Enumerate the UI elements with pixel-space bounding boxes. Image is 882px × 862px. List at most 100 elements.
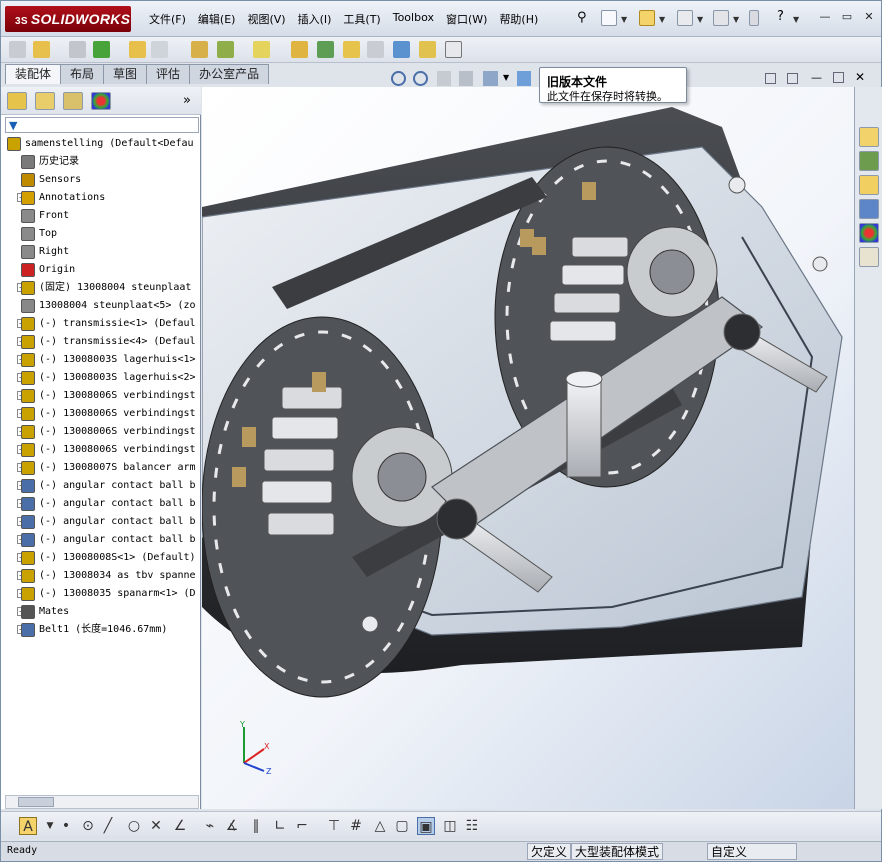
expand-more-icon[interactable]: » xyxy=(183,93,191,108)
instant3d-icon[interactable] xyxy=(393,41,410,58)
feature-manager-tab[interactable] xyxy=(7,92,27,110)
mirror-icon[interactable]: ⌁ xyxy=(201,817,219,835)
doc-restore-icon[interactable] xyxy=(833,72,844,83)
offset-icon[interactable]: ∡ xyxy=(223,817,241,835)
minimize-icon[interactable]: — xyxy=(817,10,833,24)
tree-row[interactable]: +(-) 13008006S verbindingst xyxy=(1,405,199,423)
tree-row[interactable]: +(-) transmissie<4> (Defaul xyxy=(1,333,199,351)
dashed-corner-icon[interactable]: ⌐ xyxy=(293,817,311,835)
new-document-icon[interactable] xyxy=(601,10,617,26)
tree-row[interactable]: +(-) angular contact ball b xyxy=(1,495,199,513)
linear-pattern-icon[interactable] xyxy=(93,41,110,58)
chevron-down-icon[interactable]: ▼ xyxy=(503,73,509,82)
custom-properties-icon[interactable] xyxy=(859,247,879,267)
save-icon[interactable] xyxy=(677,10,693,26)
tree-row[interactable]: 历史记录 xyxy=(1,153,199,171)
point-icon[interactable]: • xyxy=(57,817,75,835)
menu-edit[interactable]: 编辑(E) xyxy=(198,11,236,27)
view-palette-icon[interactable] xyxy=(859,199,879,219)
filter-icon[interactable]: ▼ xyxy=(9,119,17,132)
appearances-icon[interactable] xyxy=(859,223,879,243)
parallel-icon[interactable]: ∥ xyxy=(247,817,265,835)
trim-icon[interactable]: ✕ xyxy=(147,817,165,835)
annotation-tool-icon[interactable]: A xyxy=(19,817,37,835)
circle-outline-icon[interactable]: ○ xyxy=(125,817,143,835)
doc-close-icon[interactable]: ✕ xyxy=(855,70,865,84)
tree-row[interactable]: +(-) 13008006S verbindingst xyxy=(1,387,199,405)
design-library-icon[interactable] xyxy=(859,151,879,171)
smart-fasteners-icon[interactable] xyxy=(129,41,146,58)
show-hidden-icon[interactable] xyxy=(191,41,208,58)
mate-icon[interactable] xyxy=(69,41,86,58)
corner-icon[interactable]: ∟ xyxy=(271,817,289,835)
tree-row[interactable]: +Mates xyxy=(1,603,199,621)
camera-icon[interactable]: ◫ xyxy=(441,817,459,835)
tree-row[interactable]: +(-) 13008035 spanarm<1> (D xyxy=(1,585,199,603)
display-style-icon[interactable] xyxy=(517,71,531,86)
speedpak-icon[interactable] xyxy=(419,41,436,58)
tree-row[interactable]: Front xyxy=(1,207,199,225)
tile-horizontal-icon[interactable] xyxy=(765,73,776,84)
chevron-down-icon[interactable]: ▼ xyxy=(733,15,739,24)
tree-row[interactable]: +(-) transmissie<1> (Defaul xyxy=(1,315,199,333)
tree-row[interactable]: +Belt1 (长度=1046.67mm) xyxy=(1,621,199,639)
menu-insert[interactable]: 插入(I) xyxy=(298,11,332,27)
print-icon[interactable] xyxy=(713,10,729,26)
tree-row[interactable]: +(-) 13008006S verbindingst xyxy=(1,441,199,459)
new-part-icon[interactable] xyxy=(33,41,50,58)
menu-view[interactable]: 视图(V) xyxy=(247,11,285,27)
snapshot-icon[interactable] xyxy=(445,41,462,58)
reference-geometry-icon[interactable] xyxy=(253,41,270,58)
tree-row[interactable]: +(固定) 13008004 steunplaat xyxy=(1,279,199,297)
tree-row[interactable]: +(-) 13008034 as tbv spanne xyxy=(1,567,199,585)
close-icon[interactable]: ✕ xyxy=(861,10,877,24)
tree-row[interactable]: +Annotations xyxy=(1,189,199,207)
exploded-view-icon[interactable] xyxy=(343,41,360,58)
view-orientation-icon[interactable] xyxy=(483,71,498,86)
move-component-icon[interactable] xyxy=(151,41,168,58)
tab-assembly[interactable]: 装配体 xyxy=(5,64,62,84)
file-explorer-icon[interactable] xyxy=(859,175,879,195)
tab-sketch[interactable]: 草图 xyxy=(103,64,148,84)
section-view-icon[interactable] xyxy=(459,71,473,86)
help-icon[interactable]: ? xyxy=(777,10,793,26)
chevron-down-icon[interactable]: ▼ xyxy=(659,15,665,24)
grid-icon[interactable]: # xyxy=(347,817,365,835)
menu-file[interactable]: 文件(F) xyxy=(149,11,186,27)
bill-of-materials-icon[interactable] xyxy=(317,41,334,58)
line-icon[interactable]: ╱ xyxy=(99,817,117,835)
box-icon[interactable]: ▢ xyxy=(393,817,411,835)
tile-vertical-icon[interactable] xyxy=(787,73,798,84)
tree-row[interactable]: +(-) angular contact ball b xyxy=(1,513,199,531)
tree-row[interactable]: +(-) 13008003S lagerhuis<2> xyxy=(1,369,199,387)
tree-filter[interactable]: ▼ xyxy=(5,117,199,133)
tree-row[interactable]: +(-) 13008003S lagerhuis<1> xyxy=(1,351,199,369)
triangle-icon[interactable]: △ xyxy=(371,817,389,835)
graphics-area[interactable]: Y X Z xyxy=(202,87,854,809)
tree-row[interactable]: +(-) angular contact ball b xyxy=(1,477,199,495)
tree-row[interactable]: +(-) 13008006S verbindingst xyxy=(1,423,199,441)
new-motion-study-icon[interactable] xyxy=(291,41,308,58)
units-status[interactable]: 自定义 xyxy=(707,843,797,860)
scrollbar-thumb[interactable] xyxy=(18,797,54,807)
solidworks-resources-icon[interactable] xyxy=(859,127,879,147)
pin-icon[interactable]: ⚲ xyxy=(577,10,593,26)
dimension-icon[interactable]: ⊤ xyxy=(325,817,343,835)
tree-row[interactable]: Sensors xyxy=(1,171,199,189)
chevron-down-icon[interactable]: ▼ xyxy=(793,15,799,24)
explode-line-icon[interactable] xyxy=(367,41,384,58)
tree-row[interactable]: samenstelling (Default<Defau xyxy=(1,135,199,153)
rebuild-icon[interactable] xyxy=(749,10,759,26)
tab-layout[interactable]: 布局 xyxy=(60,64,105,84)
horizontal-scrollbar[interactable] xyxy=(5,795,199,809)
menu-toolbox[interactable]: Toolbox xyxy=(393,11,434,27)
restore-icon[interactable]: ▭ xyxy=(839,10,855,24)
angle-icon[interactable]: ∠ xyxy=(171,817,189,835)
display-manager-tab[interactable] xyxy=(91,92,111,110)
tree-row[interactable]: 13008004 steunplaat<5> (zo xyxy=(1,297,199,315)
menu-tools[interactable]: 工具(T) xyxy=(343,11,380,27)
tree-row[interactable]: +(-) 13008007S balancer arm xyxy=(1,459,199,477)
tree-row[interactable]: Origin xyxy=(1,261,199,279)
open-folder-icon[interactable] xyxy=(639,10,655,26)
tab-office-products[interactable]: 办公室产品 xyxy=(189,64,270,84)
